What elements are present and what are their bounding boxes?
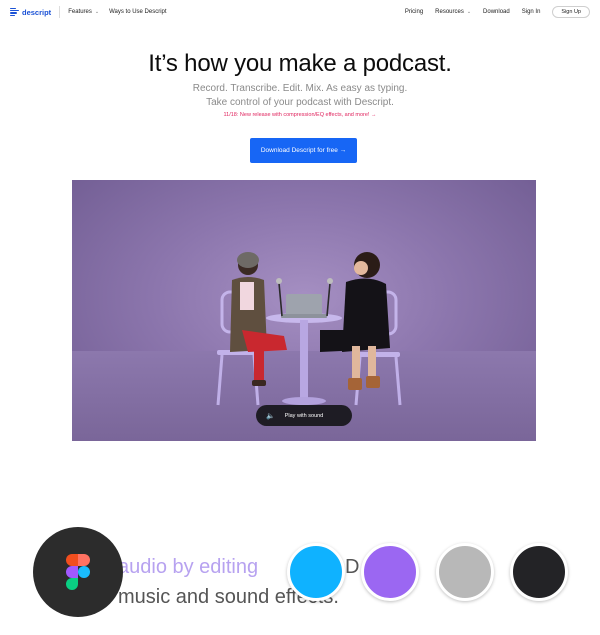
nav-pricing-label: Pricing bbox=[404, 9, 424, 15]
figma-icon bbox=[66, 554, 90, 590]
signup-button[interactable]: Sign Up bbox=[552, 6, 590, 18]
play-with-sound-button[interactable]: 🔈 Play with sound bbox=[256, 405, 352, 426]
nav-resources[interactable]: Resources ⌄ bbox=[435, 9, 471, 15]
nav-ways-label: Ways to Use Descript bbox=[109, 9, 167, 15]
nav-features-label: Features bbox=[68, 9, 92, 15]
chevron-down-icon: ⌄ bbox=[466, 9, 472, 15]
signup-label: Sign Up bbox=[561, 9, 581, 15]
nav-download-label: Download bbox=[483, 9, 510, 15]
descript-logo[interactable]: descript bbox=[10, 7, 52, 17]
play-with-sound-label: Play with sound bbox=[284, 412, 324, 419]
swatch-gray[interactable] bbox=[436, 543, 494, 601]
nav-resources-label: Resources bbox=[435, 9, 464, 15]
brand-name: descript bbox=[22, 7, 52, 17]
hero-subtitle-1: Record. Transcribe. Edit. Mix. As easy a… bbox=[192, 83, 408, 94]
nav-ways-to-use[interactable]: Ways to Use Descript bbox=[109, 9, 166, 15]
nav-features[interactable]: Features ⌄ bbox=[68, 9, 99, 15]
nav-signin[interactable]: Sign In bbox=[522, 9, 541, 15]
swatch-black[interactable] bbox=[510, 543, 568, 601]
download-cta-button[interactable]: Download Descript for free → bbox=[250, 138, 357, 163]
swatch-blue[interactable] bbox=[287, 543, 345, 601]
top-nav: descript Features ⌄ Ways to Use Descript… bbox=[0, 0, 600, 24]
speaker-icon: 🔈 bbox=[266, 412, 275, 420]
release-promo-link[interactable]: 11/18: New release with compression/EQ e… bbox=[0, 112, 600, 118]
chevron-down-icon: ⌄ bbox=[94, 9, 100, 15]
figma-logo-icon[interactable] bbox=[33, 527, 123, 617]
nav-download[interactable]: Download bbox=[483, 9, 510, 15]
nav-right-group: Pricing Resources ⌄ Download Sign In Sig… bbox=[405, 6, 590, 18]
swatch-purple[interactable] bbox=[361, 543, 419, 601]
nav-divider bbox=[59, 6, 61, 18]
feature-text-highlight: audio by editing bbox=[118, 556, 259, 578]
page-title: It’s how you make a podcast. bbox=[148, 50, 452, 77]
video-scene-illustration bbox=[216, 252, 402, 406]
hero-subtitle-2: Take control of your podcast with Descri… bbox=[206, 97, 394, 108]
nav-signin-label: Sign In bbox=[521, 9, 541, 15]
hero-video[interactable]: 🔈 Play with sound bbox=[72, 180, 536, 441]
descript-logo-icon bbox=[10, 7, 19, 17]
nav-pricing[interactable]: Pricing bbox=[405, 9, 423, 15]
